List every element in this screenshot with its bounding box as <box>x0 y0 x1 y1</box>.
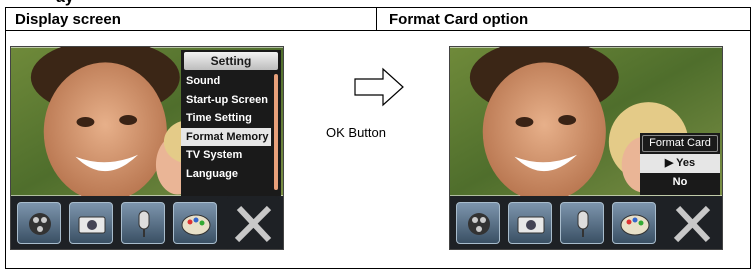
menu-item-language[interactable]: Language <box>181 165 271 184</box>
option-yes[interactable]: ▶ Yes <box>640 154 720 173</box>
header-format-card-option: Format Card option <box>389 11 529 28</box>
camera-icon[interactable] <box>508 202 552 244</box>
menu-item-format-memory[interactable]: Format Memory <box>181 127 271 146</box>
microphone-icon[interactable] <box>121 202 165 244</box>
display-screen-setting-menu: Setting Sound Start-up Screen Time Setti… <box>10 46 284 250</box>
clipped-heading-fragment: ay <box>56 0 74 7</box>
table-header-row: Display screen Format Card option <box>6 8 750 31</box>
menu-item-startup-screen[interactable]: Start-up Screen <box>181 91 271 110</box>
option-no[interactable]: No <box>640 173 720 192</box>
camera-icon[interactable] <box>69 202 113 244</box>
setting-menu: Setting Sound Start-up Screen Time Setti… <box>181 50 281 196</box>
menu-item-time-setting[interactable]: Time Setting <box>181 109 271 128</box>
format-card-dialog: Format Card ▶ Yes No <box>640 133 720 195</box>
format-card-screen: Format Card ▶ Yes No <box>449 46 723 250</box>
film-icon[interactable] <box>456 202 500 244</box>
tools-icon[interactable] <box>227 196 279 249</box>
right-arrow-icon <box>354 67 404 107</box>
microphone-icon[interactable] <box>560 202 604 244</box>
menu-item-tv-system[interactable]: TV System <box>181 146 271 165</box>
film-icon[interactable] <box>17 202 61 244</box>
format-card-title: Format Card <box>642 135 718 152</box>
menu-scrollbar[interactable] <box>274 74 278 190</box>
palette-icon[interactable] <box>173 202 217 244</box>
header-display-screen: Display screen <box>6 8 377 31</box>
mode-icon-bar <box>11 196 283 249</box>
setting-menu-title: Setting <box>184 52 278 70</box>
menu-item-sound[interactable]: Sound <box>181 72 271 91</box>
palette-icon[interactable] <box>612 202 656 244</box>
mode-icon-bar <box>450 196 722 249</box>
ok-button-label: OK Button <box>326 125 386 140</box>
tools-icon[interactable] <box>666 196 718 249</box>
